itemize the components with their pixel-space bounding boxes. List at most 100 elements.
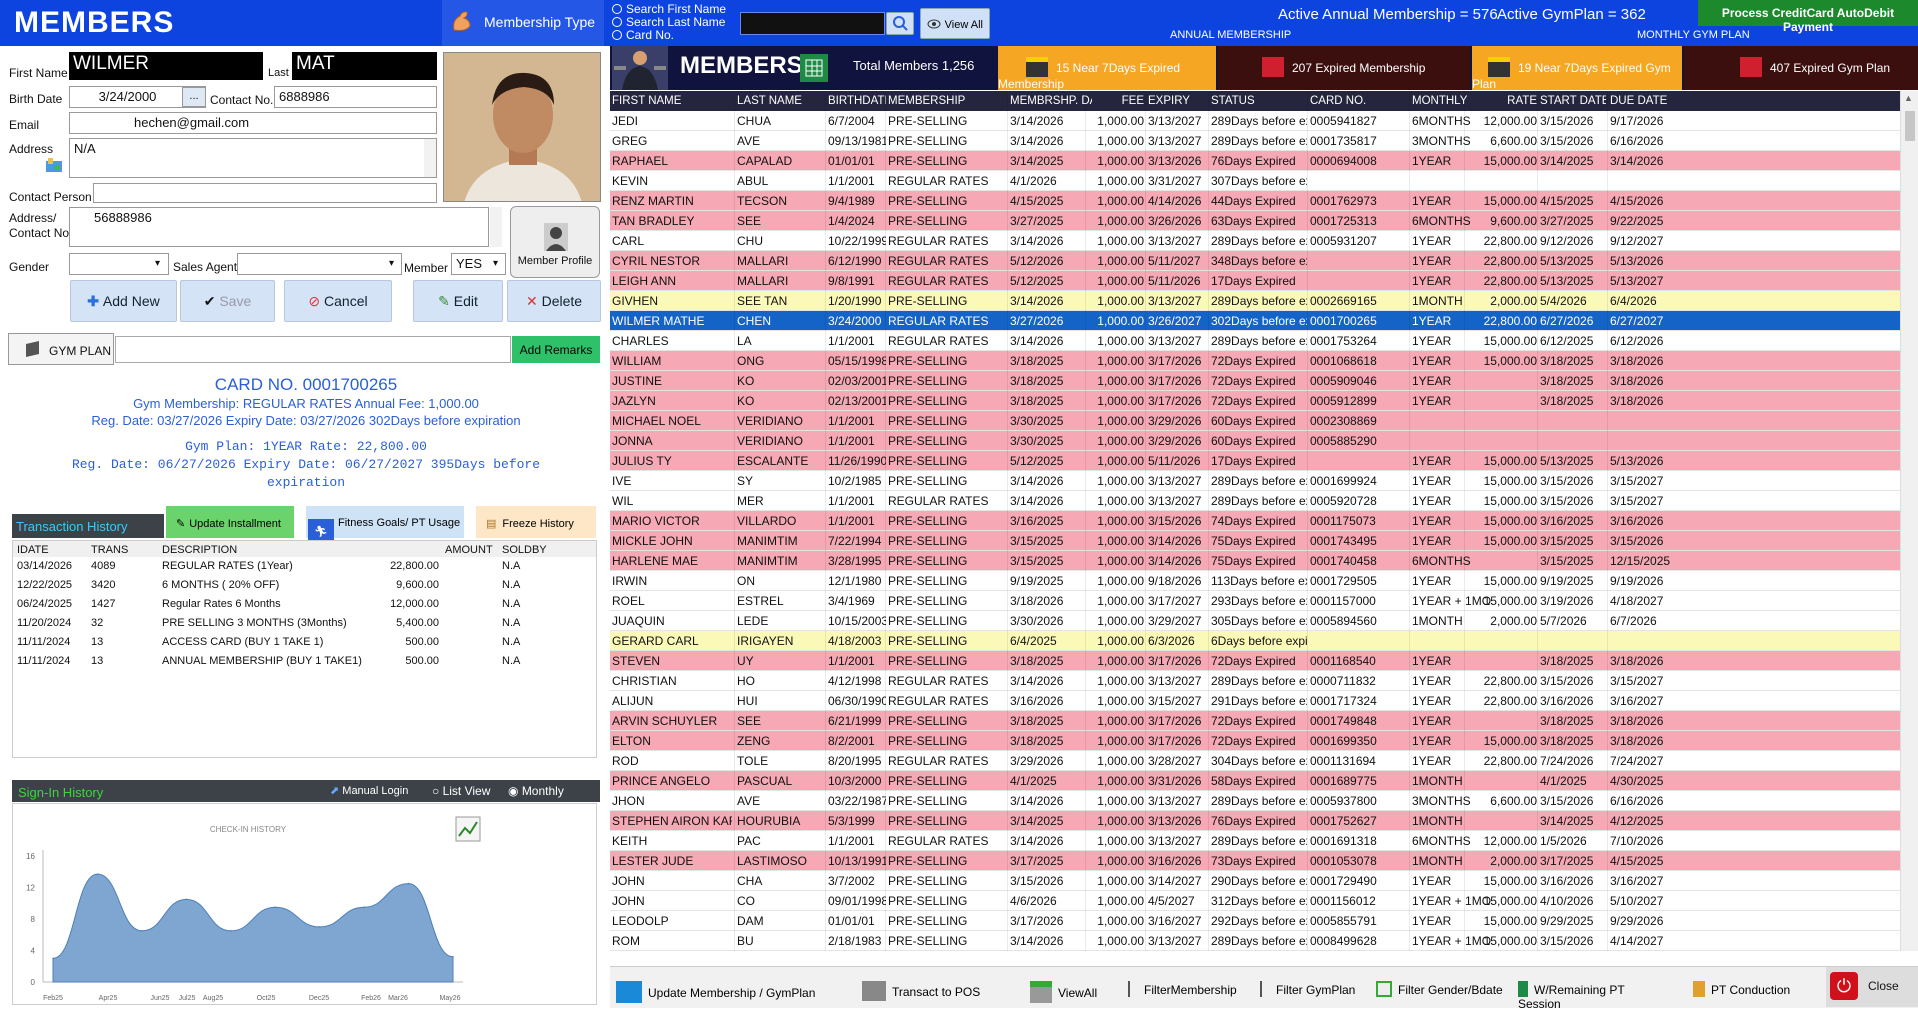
member-row[interactable]: JUSTINE KO 02/03/2001 PRE-SELLING 3/18/2025 1… <box>610 371 1900 391</box>
member-row[interactable]: MARIO VICTOR VILLARDO 1/1/2001 PRE-SELLING 3… <box>610 511 1900 531</box>
member-row[interactable]: JOHN CO 09/01/1998 PRE-SELLING 4/6/2026 1,000… <box>610 891 1900 911</box>
member-row[interactable]: IRWIN ON 12/1/1980 PRE-SELLING 9/19/2025 1,00… <box>610 571 1900 591</box>
column-header[interactable]: EXPIRY <box>1148 95 1208 107</box>
member-row[interactable]: CHARLES LA 1/1/2001 REGULAR RATES 3/14/2026 1… <box>610 331 1900 351</box>
member-row[interactable]: KEITH PAC 1/1/2001 REGULAR RATES 3/14/2026 1,… <box>610 831 1900 851</box>
member-row[interactable]: PRINCE ANGELO PASCUAL 10/3/2000 PRE-SELLING… <box>610 771 1900 791</box>
member-row[interactable]: ROD TOLE 8/20/1995 REGULAR RATES 3/29/2026 1,… <box>610 751 1900 771</box>
save-button[interactable]: ✔ Save <box>180 280 275 322</box>
first-name-field[interactable]: WILMER <box>69 52 263 80</box>
remaining-pt-session-button[interactable]: W/Remaining PT Session <box>1518 975 1668 1011</box>
transaction-row[interactable]: 06/24/2025 1427 Regular Rates 6 Months 12,0… <box>13 595 596 614</box>
member-row[interactable]: RAPHAEL CAPALAD 01/01/01 PRE-SELLING 3/14/20… <box>610 151 1900 171</box>
list-view-radio[interactable]: ○ List View <box>432 784 490 798</box>
tab-gym-plan[interactable]: GYM PLAN <box>8 333 114 365</box>
member-row[interactable]: LESTER JUDE LASTIMOSO 10/13/1991 PRE-SELLIN… <box>610 851 1900 871</box>
member-row[interactable]: STEPHEN AIRON KARL HOURUBIA 5/3/1999 PRE-SE… <box>610 811 1900 831</box>
search-input[interactable] <box>740 12 885 35</box>
search-last-name-radio[interactable]: Search Last Name <box>612 15 725 29</box>
expired-membership-button[interactable]: 207 Expired Membership <box>1218 46 1470 90</box>
column-header[interactable]: LAST NAME <box>737 95 825 107</box>
column-header[interactable]: MEMBERSHIP <box>888 95 1006 107</box>
column-header[interactable]: FIRST NAME <box>612 95 732 107</box>
date-picker-button[interactable]: ... <box>182 87 206 107</box>
add-remarks-button[interactable]: Add Remarks <box>512 336 600 363</box>
member-row[interactable]: JEDI CHUA 6/7/2004 PRE-SELLING 3/14/2026 1,00… <box>610 111 1900 131</box>
fitness-goals-button[interactable]: 🏃︎Fitness Goals/ PT Usage <box>306 506 464 545</box>
delete-button[interactable]: ✕ Delete <box>507 280 601 322</box>
member-row[interactable]: JUAQUIN LEDE 10/15/2003 PRE-SELLING 3/30/202… <box>610 611 1900 631</box>
membership-type-button[interactable]: Membership Type <box>442 0 604 46</box>
address-contact-scrollbar[interactable] <box>490 207 502 247</box>
freeze-history-button[interactable]: ▤ Freeze History <box>476 506 596 538</box>
near-expired-membership-button[interactable]: 15 Near 7Days Expired Membership <box>998 46 1216 91</box>
column-header[interactable]: START DATE <box>1540 95 1606 107</box>
last-name-field[interactable]: MAT <box>292 52 437 80</box>
member-row[interactable]: JAZLYN KO 02/13/2001 PRE-SELLING 3/18/2025 1,… <box>610 391 1900 411</box>
member-row[interactable]: ALIJUN HUI 06/30/1990 REGULAR RATES 3/16/202… <box>610 691 1900 711</box>
member-row[interactable]: ELTON ZENG 8/2/2001 PRE-SELLING 3/18/2025 1,0… <box>610 731 1900 751</box>
sales-agent-select[interactable] <box>237 253 402 275</box>
map-icon[interactable] <box>45 157 63 173</box>
member-row[interactable]: LEODOLP DAM 01/01/01 PRE-SELLING 3/17/2026 1,… <box>610 911 1900 931</box>
member-row[interactable]: LEIGH ANN MALLARI 9/8/1991 REGULAR RATES 5/1… <box>610 271 1900 291</box>
edit-button[interactable]: ✎ Edit <box>413 280 503 322</box>
column-header[interactable]: FEE <box>1088 95 1144 107</box>
member-row[interactable]: ROEL ESTREL 3/4/1969 PRE-SELLING 3/18/2026 1,… <box>610 591 1900 611</box>
address-scrollbar[interactable] <box>424 139 436 177</box>
members-grid[interactable]: FIRST NAME LAST NAME BIRTHDATE MEMBERSHIP ME… <box>610 91 1900 951</box>
contact-field[interactable]: 6888986 <box>274 86 437 108</box>
search-card-no-radio[interactable]: Card No. <box>612 28 674 42</box>
monthly-radio[interactable]: ◉ Monthly <box>508 784 564 798</box>
member-row[interactable]: HARLENE MAE MANIMTIM 3/28/1995 PRE-SELLING 3… <box>610 551 1900 571</box>
member-row[interactable]: WIL MER 1/1/2001 REGULAR RATES 3/14/2026 1,00… <box>610 491 1900 511</box>
member-row[interactable]: GERARD CARL IRIGAYEN 4/18/2003 PRE-SELLING 6… <box>610 631 1900 651</box>
remarks-input[interactable] <box>115 336 511 363</box>
update-membership-button[interactable]: Update Membership / GymPlan <box>616 975 826 1003</box>
member-row[interactable]: JHON AVE 03/22/1987 PRE-SELLING 3/14/2026 1,0… <box>610 791 1900 811</box>
member-row[interactable]: WILMER MATHE CHEN 3/24/2000 REGULAR RATES 3/… <box>610 311 1900 331</box>
close-button[interactable]: ⏻ Close <box>1826 967 1918 1007</box>
member-profile-button[interactable]: Member Profile <box>510 206 600 278</box>
member-row[interactable]: GREG AVE 09/13/1981 PRE-SELLING 3/14/2026 1,0… <box>610 131 1900 151</box>
excel-icon[interactable] <box>800 54 828 82</box>
column-header[interactable]: RATE <box>1467 95 1537 107</box>
process-cc-autodebit-button[interactable]: Process CreditCard AutoDebit Payment <box>1698 0 1918 34</box>
transaction-row[interactable]: 11/11/2024 13 ACCESS CARD (BUY 1 TAKE 1) 50… <box>13 633 596 652</box>
filter-membership-button[interactable]: FilterMembership <box>1128 975 1243 1001</box>
column-header[interactable]: MEMBRSHP. DATE <box>1010 95 1092 107</box>
address-contact-field[interactable]: 56888986 <box>69 207 489 247</box>
view-all-button[interactable]: ViewAll <box>1030 975 1110 1003</box>
transaction-row[interactable]: 12/22/2025 3420 6 MONTHS ( 20% OFF) 9,600.0… <box>13 576 596 595</box>
filter-gym-plan-button[interactable]: Filter GymPlan <box>1260 975 1360 1001</box>
search-button[interactable] <box>886 12 914 35</box>
member-row[interactable]: TAN BRADLEY SEE 1/4/2024 PRE-SELLING 3/27/20… <box>610 211 1900 231</box>
member-row[interactable]: JOHN CHA 3/7/2002 PRE-SELLING 3/15/2026 1,000… <box>610 871 1900 891</box>
pt-conduction-button[interactable]: PT Conduction <box>1693 975 1803 1001</box>
gender-select[interactable] <box>69 253 169 275</box>
column-header[interactable]: BIRTHDATE <box>828 95 886 107</box>
column-header[interactable]: STATUS <box>1211 95 1307 107</box>
transaction-row[interactable]: 11/20/2024 32 PRE SELLING 3 MONTHS (3Month… <box>13 614 596 633</box>
member-row[interactable]: ARVIN SCHUYLER SEE 6/21/1999 PRE-SELLING 3/1… <box>610 711 1900 731</box>
filter-gender-button[interactable]: Filter Gender/Bdate <box>1376 975 1506 1001</box>
transaction-row[interactable]: 11/11/2024 13 ANNUAL MEMBERSHIP (BUY 1 TAK… <box>13 652 596 671</box>
member-row[interactable]: KEVIN ABUL 1/1/2001 REGULAR RATES 4/1/2026 1,… <box>610 171 1900 191</box>
column-header[interactable]: CARD NO. <box>1310 95 1392 107</box>
expired-gym-button[interactable]: 407 Expired Gym Plan <box>1684 46 1918 90</box>
view-all-top-button[interactable]: View All <box>920 8 990 39</box>
transact-pos-button[interactable]: Transact to POS <box>862 975 1002 1001</box>
member-row[interactable]: CARL CHU 10/22/1999 REGULAR RATES 3/14/2026 1… <box>610 231 1900 251</box>
member-row[interactable]: CYRIL NESTOR MALLARI 6/12/1990 REGULAR RATE… <box>610 251 1900 271</box>
scrollbar-thumb[interactable] <box>1905 111 1915 141</box>
member-row[interactable]: WILLIAM ONG 05/15/1998 PRE-SELLING 3/18/2025… <box>610 351 1900 371</box>
add-new-button[interactable]: ✚ Add New <box>70 280 177 322</box>
update-installment-button[interactable]: ✎ Update Installment <box>166 506 294 538</box>
contact-person-field[interactable] <box>93 183 437 203</box>
member-row[interactable]: RENZ MARTIN TECSON 9/4/1989 PRE-SELLING 4/15… <box>610 191 1900 211</box>
member-row[interactable]: IVE SY 10/2/1985 PRE-SELLING 3/14/2026 1,000.… <box>610 471 1900 491</box>
member-row[interactable]: JULIUS TY ESCALANTE 11/26/1990 PRE-SELLING 5… <box>610 451 1900 471</box>
near-expired-gym-button[interactable]: 19 Near 7Days Expired Gym Plan <box>1472 46 1682 91</box>
manual-login-button[interactable]: ⬈ Manual Login <box>330 784 408 797</box>
member-row[interactable]: JONNA VERIDIANO 1/1/2001 PRE-SELLING 3/30/20… <box>610 431 1900 451</box>
